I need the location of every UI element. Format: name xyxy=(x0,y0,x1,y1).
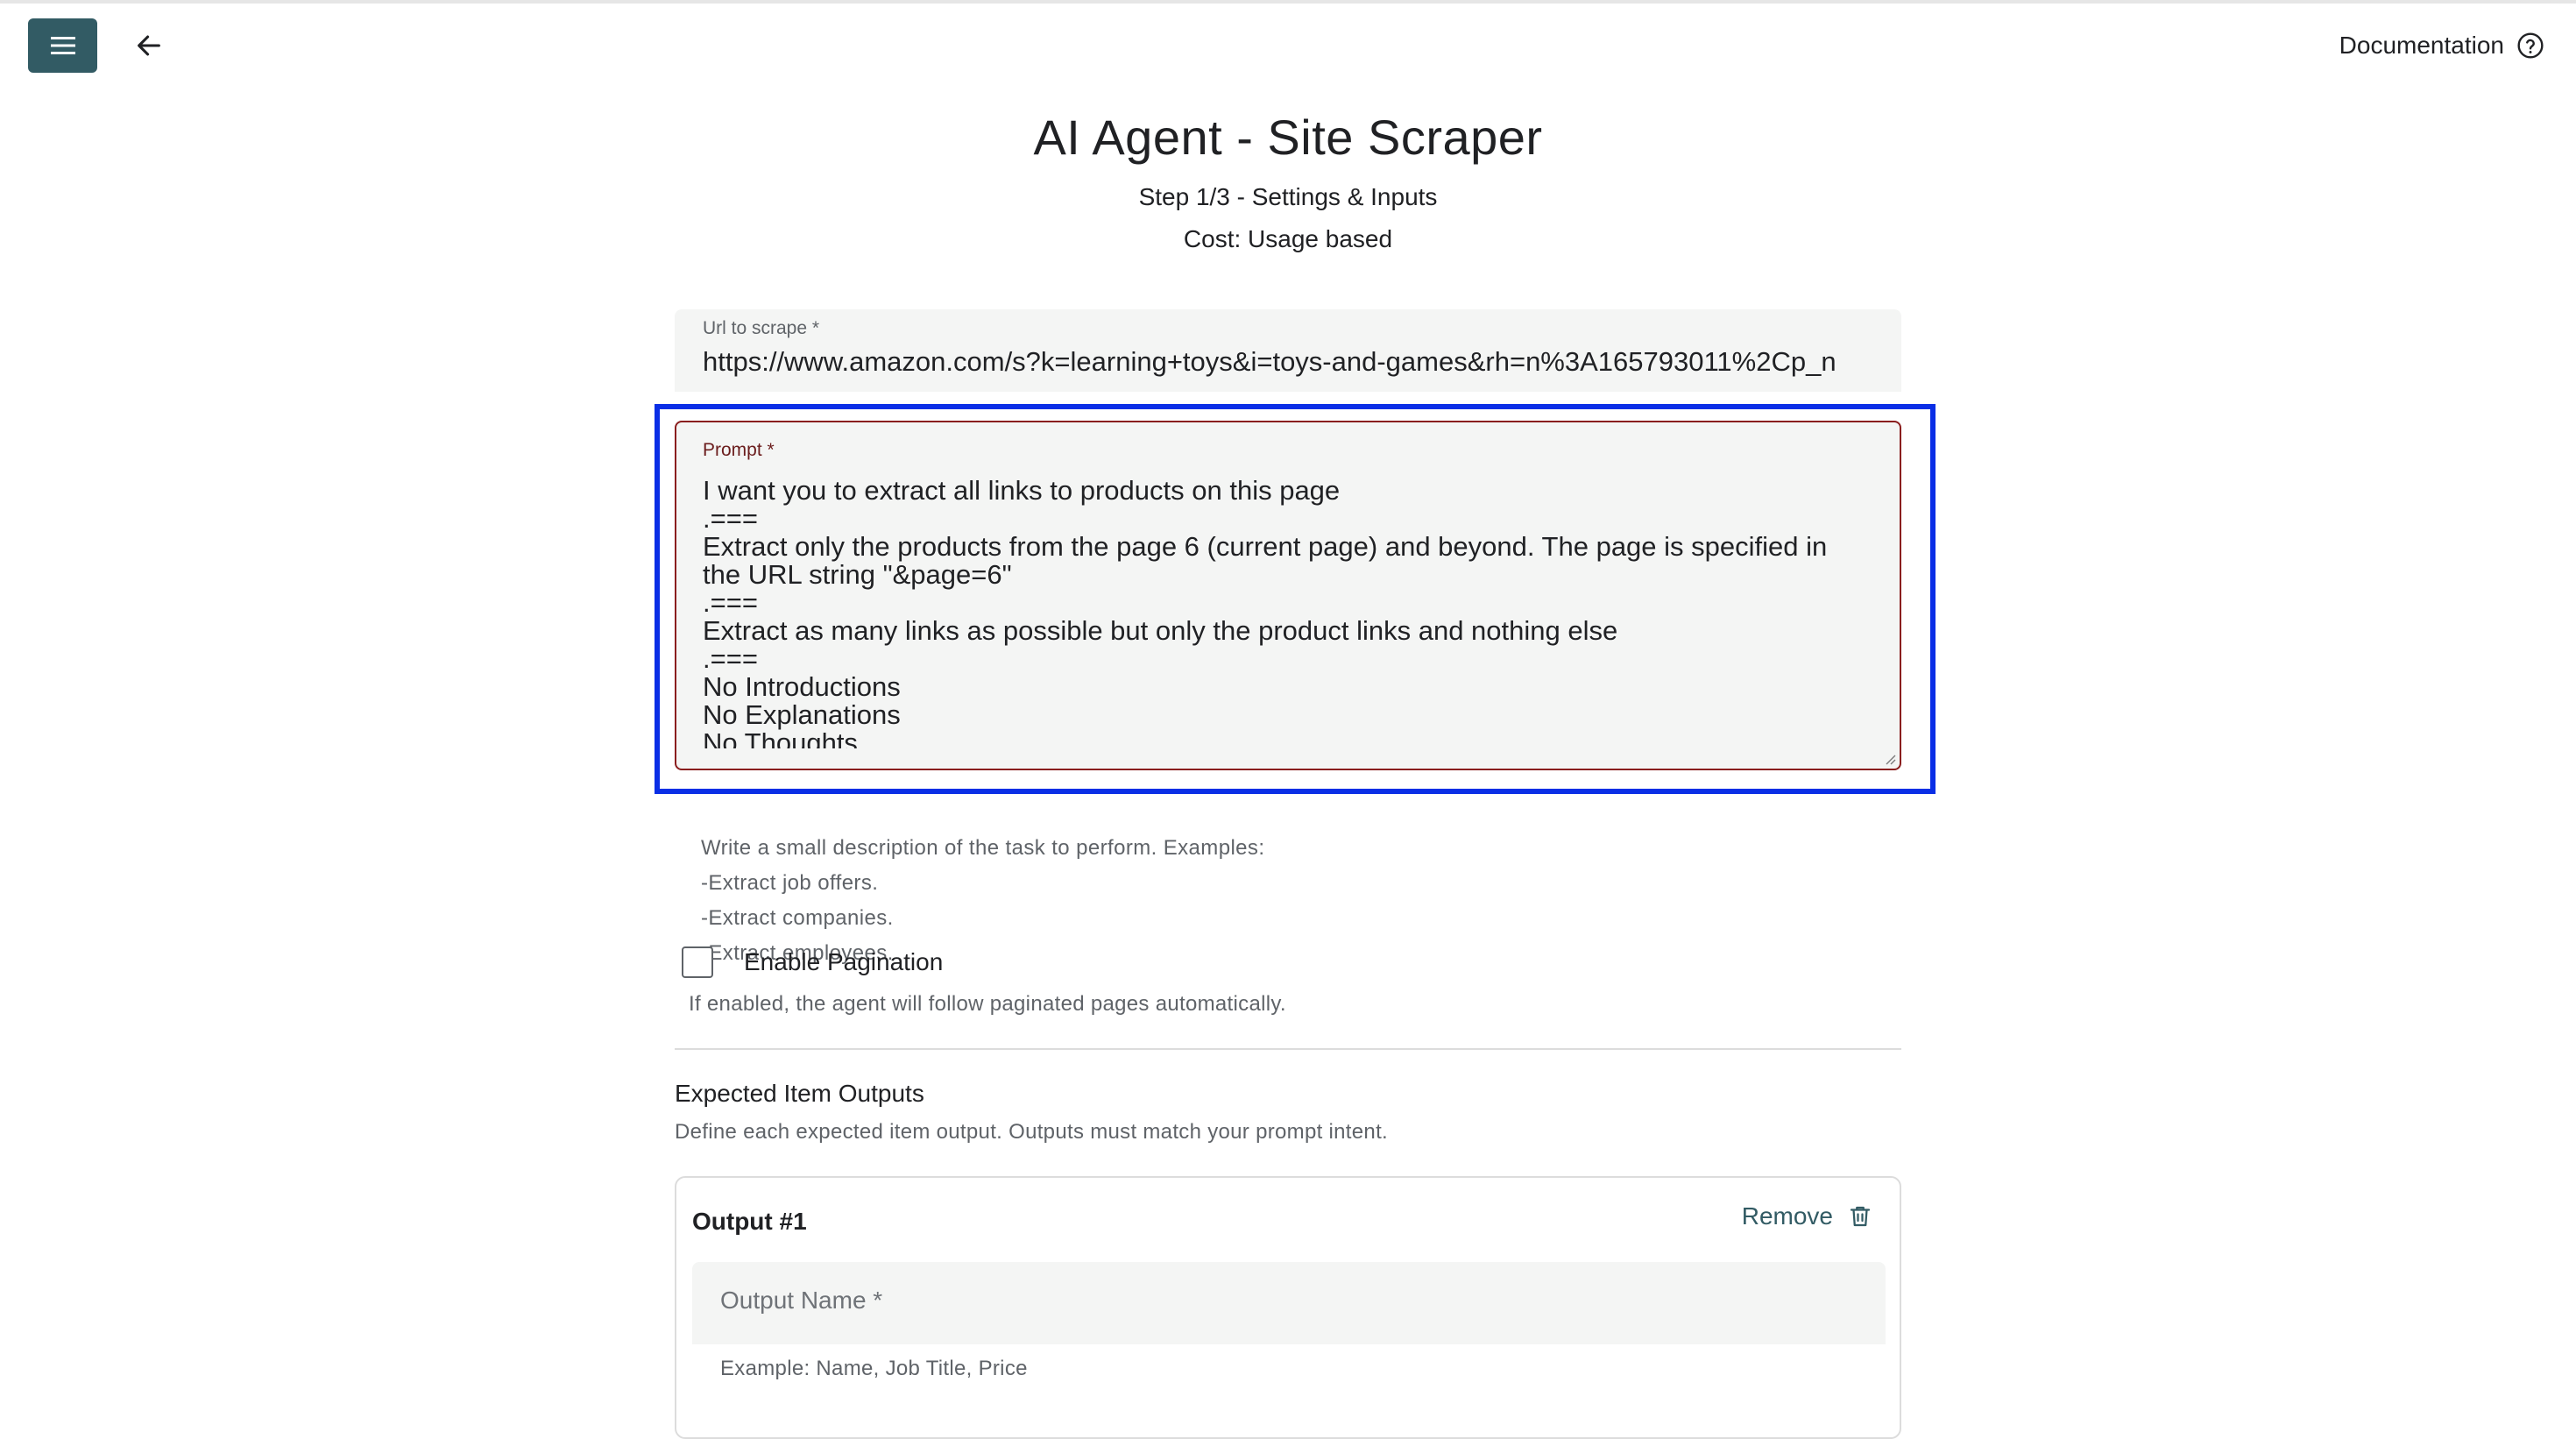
documentation-link[interactable]: Documentation xyxy=(2339,26,2544,65)
step-indicator: Step 1/3 - Settings & Inputs xyxy=(1138,183,1438,210)
back-button[interactable] xyxy=(130,26,168,65)
prompt-hint-line: -Extract job offers. xyxy=(701,871,879,895)
output-name-hint: Example: Name, Job Title, Price xyxy=(720,1357,1028,1380)
enable-pagination-checkbox[interactable] xyxy=(682,946,713,978)
section-divider xyxy=(675,1048,1901,1050)
url-field[interactable]: Url to scrape * xyxy=(675,309,1901,392)
prompt-hint-line: -Extract companies. xyxy=(701,906,894,930)
arrow-left-icon xyxy=(138,35,160,56)
enable-pagination-label[interactable]: Enable Pagination xyxy=(744,948,943,976)
output-card: Output #1 Remove Example: Name, Job Titl… xyxy=(675,1176,1901,1439)
documentation-label: Documentation xyxy=(2339,32,2504,59)
trash-icon xyxy=(1850,1206,1871,1227)
help-circle-icon xyxy=(2517,32,2544,59)
prompt-highlight-box xyxy=(655,404,1936,794)
menu-button[interactable] xyxy=(28,18,97,73)
prompt-hint-line: Write a small description of the task to… xyxy=(701,836,1265,860)
remove-output-label: Remove xyxy=(1741,1202,1833,1230)
hamburger-menu-icon xyxy=(50,37,75,54)
output-card-title: Output #1 xyxy=(692,1208,807,1235)
outputs-section-title: Expected Item Outputs xyxy=(675,1080,924,1107)
remove-output-button[interactable]: Remove xyxy=(1742,1197,1873,1236)
output-name-input[interactable] xyxy=(720,1287,1859,1315)
top-border xyxy=(0,0,2576,4)
url-field-label: Url to scrape * xyxy=(703,318,820,338)
outputs-section-description: Define each expected item output. Output… xyxy=(675,1120,1389,1144)
url-input[interactable] xyxy=(703,346,1881,378)
page-title: AI Agent - Site Scraper xyxy=(1033,110,1543,165)
pagination-hint: If enabled, the agent will follow pagina… xyxy=(689,992,1286,1016)
cost-label: Cost: Usage based xyxy=(1183,225,1393,252)
output-name-field[interactable] xyxy=(692,1262,1886,1344)
